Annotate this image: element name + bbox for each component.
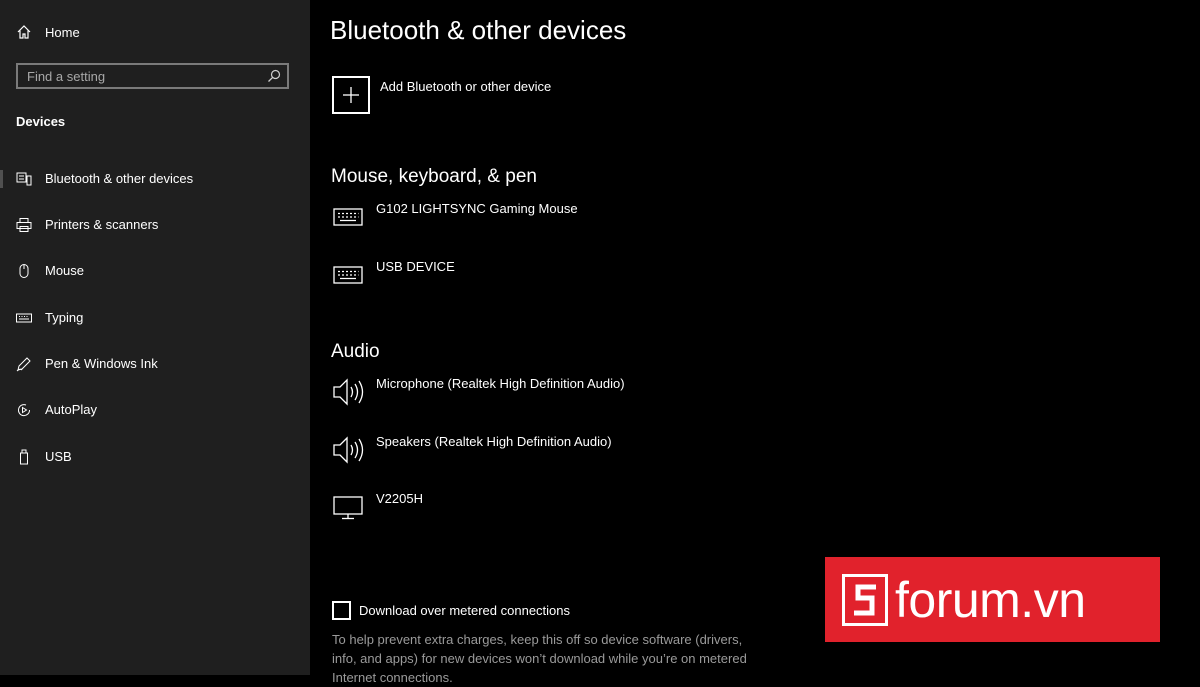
speaker-icon [333, 436, 364, 464]
speaker-icon [333, 378, 364, 406]
mouse-icon [19, 264, 29, 278]
sidebar-item-label: Bluetooth & other devices [45, 171, 194, 186]
page-title: Bluetooth & other devices [330, 15, 627, 45]
metered-download-checkbox[interactable] [332, 601, 351, 620]
metered-download-checkbox-row[interactable]: Download over metered connections [332, 601, 570, 620]
home-link[interactable]: Home [16, 22, 80, 42]
device-item[interactable]: V2205H [332, 491, 792, 535]
monitor-icon [333, 496, 363, 520]
sidebar-item-pen[interactable]: Pen & Windows Ink [0, 351, 310, 377]
sidebar-item-label: Pen & Windows Ink [45, 356, 158, 371]
device-item[interactable]: G102 LIGHTSYNC Gaming Mouse [332, 201, 792, 245]
printer-icon [16, 218, 32, 232]
device-name: V2205H [376, 491, 423, 506]
search-input[interactable]: Find a setting [16, 63, 289, 89]
plus-icon [343, 87, 359, 103]
sidebar-item-bluetooth[interactable]: Bluetooth & other devices [0, 166, 310, 192]
add-device-button[interactable] [332, 76, 370, 114]
sidebar-item-label: Typing [45, 310, 84, 325]
sidebar: Home Find a setting Devices Bluetooth & … [0, 0, 310, 675]
watermark-logo: forum.vn [825, 557, 1160, 642]
home-label: Home [45, 24, 80, 40]
keyboard-icon [16, 313, 32, 323]
watermark-text: forum.vn [895, 571, 1086, 628]
device-name: Microphone (Realtek High Definition Audi… [376, 376, 625, 391]
group-title-input-devices: Mouse, keyboard, & pen [331, 166, 537, 187]
sidebar-item-mouse[interactable]: Mouse [0, 258, 310, 284]
search-icon[interactable] [267, 69, 281, 83]
device-item[interactable]: Microphone (Realtek High Definition Audi… [332, 376, 792, 420]
pen-icon [16, 357, 31, 372]
sidebar-item-label: Printers & scanners [45, 217, 159, 232]
sidebar-item-label: Mouse [45, 263, 85, 278]
device-item[interactable]: Speakers (Realtek High Definition Audio) [332, 434, 792, 478]
sidebar-item-printers[interactable]: Printers & scanners [0, 212, 310, 238]
logo-s-mark [842, 573, 888, 626]
keyboard-icon [333, 208, 363, 226]
device-name: Speakers (Realtek High Definition Audio) [376, 434, 612, 449]
sidebar-item-autoplay[interactable]: AutoPlay [0, 397, 310, 423]
sidebar-item-usb[interactable]: USB [0, 444, 310, 470]
autoplay-icon [18, 404, 31, 417]
add-device-label[interactable]: Add Bluetooth or other device [380, 79, 551, 94]
group-title-audio: Audio [331, 341, 380, 362]
device-name: USB DEVICE [376, 259, 455, 274]
bluetooth-devices-icon [16, 172, 32, 186]
metered-help-text: To help prevent extra charges, keep this… [332, 632, 747, 685]
sidebar-item-label: USB [45, 449, 72, 464]
metered-download-label[interactable]: Download over metered connections [359, 603, 570, 618]
device-name: G102 LIGHTSYNC Gaming Mouse [376, 201, 578, 216]
home-icon [17, 25, 31, 39]
search-placeholder: Find a setting [27, 68, 106, 84]
device-item[interactable]: USB DEVICE [332, 259, 792, 303]
section-label: Devices [16, 114, 66, 129]
usb-icon [20, 449, 28, 465]
keyboard-icon [333, 266, 363, 284]
sidebar-item-label: AutoPlay [45, 402, 98, 417]
sidebar-item-typing[interactable]: Typing [0, 305, 310, 331]
